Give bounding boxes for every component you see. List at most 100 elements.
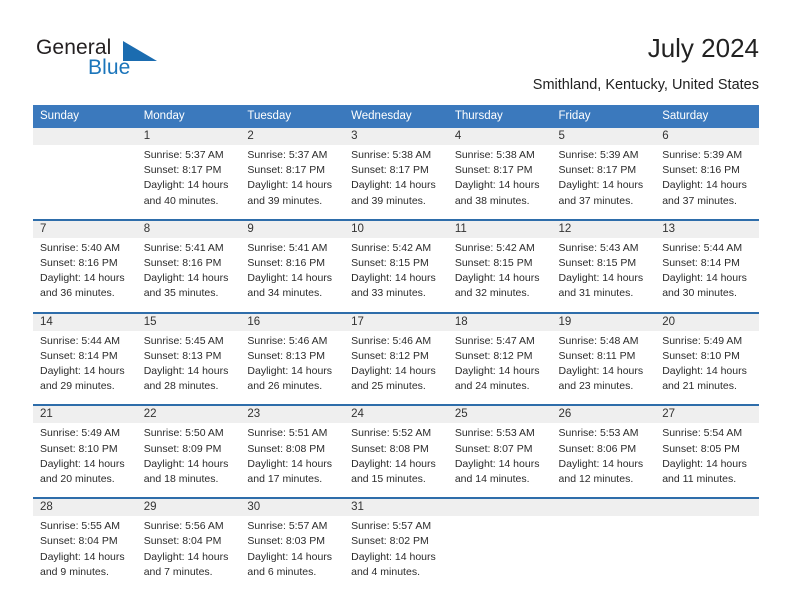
day-cell[interactable]: 20 Sunrise: 5:49 AM Sunset: 8:10 PM Dayl… bbox=[655, 311, 759, 406]
day-cell[interactable]: 6 Sunrise: 5:39 AM Sunset: 8:16 PM Dayli… bbox=[655, 128, 759, 220]
day-cell[interactable]: 8 Sunrise: 5:41 AM Sunset: 8:16 PM Dayli… bbox=[136, 218, 241, 313]
sunrise-line: Sunrise: 5:39 AM bbox=[558, 149, 639, 161]
day-cell[interactable] bbox=[33, 128, 137, 220]
day-cell[interactable]: 29 Sunrise: 5:56 AM Sunset: 8:04 PM Dayl… bbox=[136, 497, 241, 591]
day-cell[interactable]: 11 Sunrise: 5:42 AM Sunset: 8:15 PM Dayl… bbox=[447, 218, 552, 313]
weekday-header-thursday: Thursday bbox=[447, 105, 552, 128]
sunrise-line: Sunrise: 5:57 AM bbox=[351, 520, 432, 533]
page-subtitle-location: Smithland, Kentucky, United States bbox=[532, 77, 759, 93]
day-cell[interactable]: 9 Sunrise: 5:41 AM Sunset: 8:16 PM Dayli… bbox=[240, 218, 345, 313]
daylight-line-2: and 37 minutes. bbox=[558, 194, 634, 207]
day-number: 29 bbox=[136, 499, 241, 517]
calendar-week-row: 21 Sunrise: 5:49 AM Sunset: 8:10 PM Dayl… bbox=[33, 404, 759, 499]
day-cell[interactable]: 15 Sunrise: 5:45 AM Sunset: 8:13 PM Dayl… bbox=[136, 311, 241, 406]
sunset-line: Sunset: 8:17 PM bbox=[558, 164, 637, 177]
sunset-line: Sunset: 8:10 PM bbox=[662, 349, 740, 362]
day-number: 8 bbox=[136, 220, 241, 238]
sunset-line: Sunset: 8:07 PM bbox=[454, 442, 533, 455]
daylight-line-1: Daylight: 14 hours bbox=[40, 550, 125, 563]
calendar-week-row: 28 Sunrise: 5:55 AM Sunset: 8:04 PM Dayl… bbox=[33, 497, 759, 591]
sunset-line: Sunset: 8:14 PM bbox=[662, 257, 740, 270]
day-details: Sunrise: 5:42 AM Sunset: 8:15 PM Dayligh… bbox=[448, 238, 552, 312]
day-cell[interactable]: 23 Sunrise: 5:51 AM Sunset: 8:08 PM Dayl… bbox=[240, 404, 345, 499]
daylight-line-2: and 18 minutes. bbox=[143, 473, 219, 486]
daylight-line-2: and 23 minutes. bbox=[558, 380, 634, 393]
day-number: 9 bbox=[240, 220, 345, 238]
sunset-line: Sunset: 8:15 PM bbox=[454, 257, 533, 270]
sunset-line: Sunset: 8:09 PM bbox=[143, 442, 222, 455]
day-number: 15 bbox=[136, 313, 241, 331]
sunrise-line: Sunrise: 5:51 AM bbox=[247, 427, 328, 440]
general-blue-logo[interactable]: General Blue bbox=[36, 36, 196, 84]
daylight-line-2: and 25 minutes. bbox=[351, 380, 426, 393]
daylight-line-1: Daylight: 14 hours bbox=[143, 179, 229, 192]
sunrise-line: Sunrise: 5:45 AM bbox=[143, 334, 224, 347]
day-cell[interactable]: 10 Sunrise: 5:42 AM Sunset: 8:15 PM Dayl… bbox=[344, 218, 448, 313]
sunrise-line: Sunrise: 5:43 AM bbox=[558, 241, 639, 254]
day-details: Sunrise: 5:55 AM Sunset: 8:04 PM Dayligh… bbox=[33, 516, 137, 590]
daylight-line-1: Daylight: 14 hours bbox=[454, 272, 540, 285]
daylight-line-1: Daylight: 14 hours bbox=[662, 179, 747, 192]
day-number: 1 bbox=[136, 128, 241, 145]
day-cell[interactable]: 4 Sunrise: 5:38 AM Sunset: 8:17 PM Dayli… bbox=[447, 128, 552, 220]
daylight-line-2: and 37 minutes. bbox=[662, 194, 737, 207]
day-details: Sunrise: 5:49 AM Sunset: 8:10 PM Dayligh… bbox=[655, 331, 759, 405]
day-cell[interactable]: 5 Sunrise: 5:39 AM Sunset: 8:17 PM Dayli… bbox=[551, 128, 656, 220]
day-cell[interactable]: 17 Sunrise: 5:46 AM Sunset: 8:12 PM Dayl… bbox=[344, 311, 448, 406]
day-cell[interactable]: 1 Sunrise: 5:37 AM Sunset: 8:17 PM Dayli… bbox=[136, 128, 241, 220]
day-cell[interactable]: 7 Sunrise: 5:40 AM Sunset: 8:16 PM Dayli… bbox=[33, 218, 137, 313]
day-cell[interactable]: 30 Sunrise: 5:57 AM Sunset: 8:03 PM Dayl… bbox=[240, 497, 345, 591]
day-number bbox=[655, 499, 759, 517]
day-cell[interactable]: 3 Sunrise: 5:38 AM Sunset: 8:17 PM Dayli… bbox=[344, 128, 448, 220]
day-cell[interactable]: 24 Sunrise: 5:52 AM Sunset: 8:08 PM Dayl… bbox=[344, 404, 448, 499]
calendar-header-row-group: Sunday Monday Tuesday Wednesday Thursday… bbox=[33, 105, 759, 128]
day-cell[interactable]: 22 Sunrise: 5:50 AM Sunset: 8:09 PM Dayl… bbox=[136, 404, 241, 499]
day-number: 27 bbox=[655, 406, 759, 424]
day-details: Sunrise: 5:40 AM Sunset: 8:16 PM Dayligh… bbox=[33, 238, 137, 312]
day-cell[interactable]: 28 Sunrise: 5:55 AM Sunset: 8:04 PM Dayl… bbox=[33, 497, 137, 591]
daylight-line-2: and 32 minutes. bbox=[454, 287, 530, 300]
sunset-line: Sunset: 8:03 PM bbox=[247, 535, 326, 548]
sunrise-line: Sunrise: 5:41 AM bbox=[247, 241, 328, 254]
sunrise-line: Sunrise: 5:42 AM bbox=[351, 241, 432, 254]
day-cell[interactable]: 27 Sunrise: 5:54 AM Sunset: 8:05 PM Dayl… bbox=[655, 404, 759, 499]
day-details: Sunrise: 5:56 AM Sunset: 8:04 PM Dayligh… bbox=[137, 516, 241, 590]
day-cell[interactable]: 31 Sunrise: 5:57 AM Sunset: 8:02 PM Dayl… bbox=[344, 497, 448, 591]
day-cell[interactable]: 2 Sunrise: 5:37 AM Sunset: 8:17 PM Dayli… bbox=[240, 128, 345, 220]
day-cell[interactable]: 25 Sunrise: 5:53 AM Sunset: 8:07 PM Dayl… bbox=[447, 404, 552, 499]
day-details: Sunrise: 5:53 AM Sunset: 8:07 PM Dayligh… bbox=[448, 423, 552, 497]
day-details: Sunrise: 5:54 AM Sunset: 8:05 PM Dayligh… bbox=[655, 423, 759, 497]
sunset-line: Sunset: 8:16 PM bbox=[247, 257, 326, 270]
daylight-line-1: Daylight: 14 hours bbox=[143, 272, 229, 285]
day-cell[interactable]: 26 Sunrise: 5:53 AM Sunset: 8:06 PM Dayl… bbox=[551, 404, 656, 499]
daylight-line-1: Daylight: 14 hours bbox=[662, 457, 747, 470]
day-cell[interactable]: 18 Sunrise: 5:47 AM Sunset: 8:12 PM Dayl… bbox=[447, 311, 552, 406]
daylight-line-1: Daylight: 14 hours bbox=[247, 179, 333, 192]
day-cell[interactable]: 13 Sunrise: 5:44 AM Sunset: 8:14 PM Dayl… bbox=[655, 218, 759, 313]
daylight-line-2: and 15 minutes. bbox=[351, 473, 426, 486]
day-details: Sunrise: 5:46 AM Sunset: 8:12 PM Dayligh… bbox=[344, 331, 448, 405]
day-cell[interactable]: 14 Sunrise: 5:44 AM Sunset: 8:14 PM Dayl… bbox=[33, 311, 137, 406]
day-number bbox=[33, 128, 137, 145]
sunset-line: Sunset: 8:05 PM bbox=[662, 442, 740, 455]
day-cell-empty bbox=[551, 497, 656, 591]
weekday-header-saturday: Saturday bbox=[655, 105, 759, 128]
weekday-header-friday: Friday bbox=[551, 105, 656, 128]
daylight-line-1: Daylight: 14 hours bbox=[351, 550, 436, 563]
daylight-line-1: Daylight: 14 hours bbox=[662, 272, 747, 285]
day-cell[interactable]: 12 Sunrise: 5:43 AM Sunset: 8:15 PM Dayl… bbox=[551, 218, 656, 313]
sunrise-line: Sunrise: 5:53 AM bbox=[454, 427, 535, 440]
daylight-line-2: and 28 minutes. bbox=[143, 380, 219, 393]
day-number: 31 bbox=[344, 499, 448, 517]
day-number: 13 bbox=[655, 220, 759, 238]
sunrise-line: Sunrise: 5:38 AM bbox=[454, 149, 535, 161]
day-cell[interactable]: 19 Sunrise: 5:48 AM Sunset: 8:11 PM Dayl… bbox=[551, 311, 656, 406]
logo-text-blue: Blue bbox=[88, 56, 131, 79]
day-cell[interactable]: 21 Sunrise: 5:49 AM Sunset: 8:10 PM Dayl… bbox=[33, 404, 137, 499]
daylight-line-1: Daylight: 14 hours bbox=[454, 457, 540, 470]
sunset-line: Sunset: 8:15 PM bbox=[351, 257, 429, 270]
day-cell[interactable]: 16 Sunrise: 5:46 AM Sunset: 8:13 PM Dayl… bbox=[240, 311, 345, 406]
day-details: Sunrise: 5:44 AM Sunset: 8:14 PM Dayligh… bbox=[655, 238, 759, 312]
day-cell-empty bbox=[447, 497, 552, 591]
sunset-line: Sunset: 8:04 PM bbox=[143, 535, 222, 548]
